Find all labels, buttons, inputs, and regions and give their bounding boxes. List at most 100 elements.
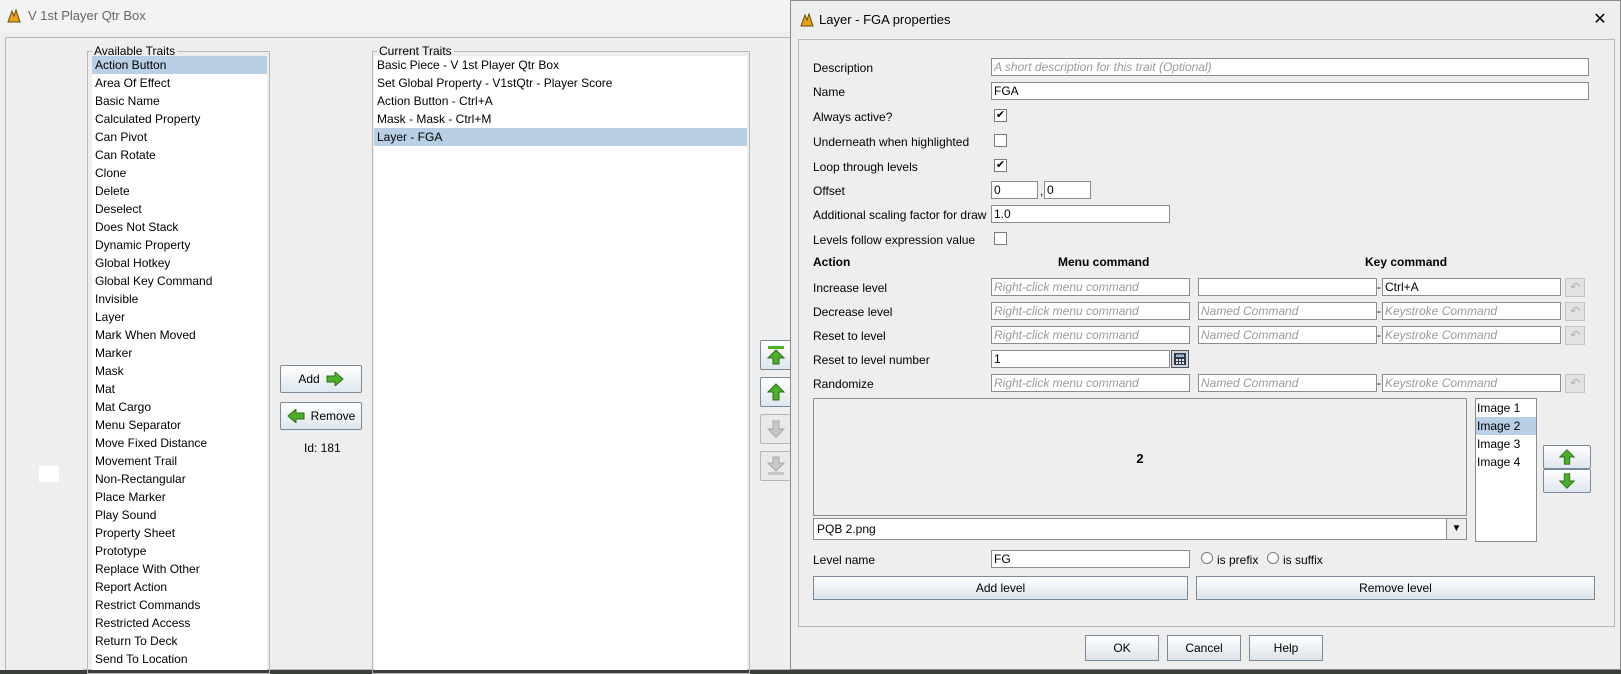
remove-trait-label: Remove bbox=[310, 409, 356, 423]
increase-menu-field[interactable]: Right-click menu command bbox=[991, 278, 1190, 296]
image-level-list[interactable]: Image 1 Image 2 Image 3 Image 4 bbox=[1475, 398, 1537, 542]
randomize-named-field[interactable]: Named Command bbox=[1198, 374, 1377, 392]
available-trait-item[interactable]: Non-Rectangular bbox=[92, 470, 267, 488]
available-trait-item[interactable]: Menu Separator bbox=[92, 416, 267, 434]
undo-icon[interactable]: ↶ bbox=[1565, 374, 1585, 393]
available-trait-item[interactable]: Calculated Property bbox=[92, 110, 267, 128]
check-icon: ✔ bbox=[995, 109, 1006, 121]
image-file-dropdown[interactable]: PQB 2.png ▼ bbox=[813, 518, 1467, 540]
current-trait-item[interactable]: Layer - FGA bbox=[374, 128, 747, 146]
available-trait-item[interactable]: Action Button bbox=[92, 56, 267, 74]
suffix-radio[interactable] bbox=[1267, 552, 1279, 564]
available-trait-item[interactable]: Send To Location bbox=[92, 650, 267, 668]
available-trait-item[interactable]: Can Rotate bbox=[92, 146, 267, 164]
offset-x-field[interactable]: 0 bbox=[991, 181, 1038, 199]
undo-icon[interactable]: ↶ bbox=[1565, 302, 1585, 321]
chevron-down-icon[interactable]: ▼ bbox=[1446, 519, 1466, 539]
available-trait-item[interactable]: Mat Cargo bbox=[92, 398, 267, 416]
available-trait-item[interactable]: Mat bbox=[92, 380, 267, 398]
level-up-button[interactable] bbox=[1543, 445, 1591, 469]
available-traits-list[interactable]: Action Button Area Of Effect Basic Name Cal… bbox=[92, 56, 267, 670]
offset-y-field[interactable]: 0 bbox=[1044, 181, 1091, 199]
add-level-button[interactable]: Add level bbox=[813, 576, 1188, 600]
reset-keystroke-field[interactable]: Keystroke Command bbox=[1382, 326, 1561, 344]
randomize-dash: - bbox=[1377, 376, 1381, 390]
randomize-keystroke-field[interactable]: Keystroke Command bbox=[1382, 374, 1561, 392]
loop-label: Loop through levels bbox=[813, 160, 918, 174]
move-bottom-button[interactable] bbox=[760, 451, 792, 481]
scaling-field[interactable]: 1.0 bbox=[991, 205, 1170, 223]
available-trait-item[interactable]: Mask bbox=[92, 362, 267, 380]
available-trait-item[interactable]: Move Fixed Distance bbox=[92, 434, 267, 452]
decrease-named-field[interactable]: Named Command bbox=[1198, 302, 1377, 320]
available-trait-item[interactable]: Delete bbox=[92, 182, 267, 200]
available-trait-item[interactable]: Marker bbox=[92, 344, 267, 362]
image-level-item[interactable]: Image 4 bbox=[1476, 453, 1536, 471]
available-trait-item[interactable]: Basic Name bbox=[92, 92, 267, 110]
image-level-item[interactable]: Image 2 bbox=[1476, 417, 1536, 435]
current-traits-list[interactable]: Basic Piece - V 1st Player Qtr Box Set Gl… bbox=[374, 56, 747, 670]
name-field[interactable]: FGA bbox=[991, 82, 1589, 100]
prefix-radio[interactable] bbox=[1201, 552, 1213, 564]
remove-level-button[interactable]: Remove level bbox=[1196, 576, 1595, 600]
undo-icon[interactable]: ↶ bbox=[1565, 278, 1585, 297]
current-trait-item[interactable]: Basic Piece - V 1st Player Qtr Box bbox=[374, 56, 747, 74]
calculator-icon[interactable] bbox=[1171, 350, 1189, 368]
close-icon[interactable]: ✕ bbox=[1591, 9, 1609, 29]
help-button[interactable]: Help bbox=[1249, 635, 1323, 661]
decrease-keystroke-field[interactable]: Keystroke Command bbox=[1382, 302, 1561, 320]
description-field[interactable]: A short description for this trait (Opti… bbox=[991, 58, 1589, 76]
current-trait-item[interactable]: Set Global Property - V1stQtr - Player S… bbox=[374, 74, 747, 92]
available-trait-item[interactable]: Replace With Other bbox=[92, 560, 267, 578]
move-up-button[interactable] bbox=[760, 377, 792, 407]
move-top-button[interactable] bbox=[760, 340, 792, 370]
image-level-item[interactable]: Image 3 bbox=[1476, 435, 1536, 453]
available-trait-item[interactable]: Dynamic Property bbox=[92, 236, 267, 254]
current-trait-item[interactable]: Action Button - Ctrl+A bbox=[374, 92, 747, 110]
move-down-button[interactable] bbox=[760, 414, 792, 444]
available-trait-item[interactable]: Play Sound bbox=[92, 506, 267, 524]
remove-trait-button[interactable]: Remove bbox=[280, 402, 362, 430]
current-trait-item[interactable]: Mask - Mask - Ctrl+M bbox=[374, 110, 747, 128]
available-trait-item[interactable]: Place Marker bbox=[92, 488, 267, 506]
available-trait-item[interactable]: Deselect bbox=[92, 200, 267, 218]
available-trait-item[interactable]: Does Not Stack bbox=[92, 218, 267, 236]
available-trait-item[interactable]: Restricted Access bbox=[92, 614, 267, 632]
available-trait-item[interactable]: Global Key Command bbox=[92, 272, 267, 290]
ok-button[interactable]: OK bbox=[1085, 635, 1159, 661]
always-active-label: Always active? bbox=[813, 110, 893, 124]
available-trait-item[interactable]: Global Hotkey bbox=[92, 254, 267, 272]
randomize-menu-field[interactable]: Right-click menu command bbox=[991, 374, 1190, 392]
available-trait-item[interactable]: Invisible bbox=[92, 290, 267, 308]
loop-checkbox[interactable]: ✔ bbox=[994, 159, 1007, 172]
available-trait-item[interactable]: Report Action bbox=[92, 578, 267, 596]
available-trait-item[interactable]: Restrict Commands bbox=[92, 596, 267, 614]
cancel-button[interactable]: Cancel bbox=[1167, 635, 1241, 661]
available-trait-item[interactable]: Can Pivot bbox=[92, 128, 267, 146]
available-trait-item[interactable]: Movement Trail bbox=[92, 452, 267, 470]
increase-named-field[interactable] bbox=[1198, 278, 1377, 296]
piece-preview-area bbox=[6, 38, 83, 670]
reset-level-label: Reset to level bbox=[813, 329, 886, 343]
app-icon bbox=[7, 8, 21, 23]
decrease-menu-field[interactable]: Right-click menu command bbox=[991, 302, 1190, 320]
undo-icon[interactable]: ↶ bbox=[1565, 326, 1585, 345]
reset-named-field[interactable]: Named Command bbox=[1198, 326, 1377, 344]
underneath-checkbox[interactable] bbox=[994, 134, 1007, 147]
available-trait-item[interactable]: Return To Deck bbox=[92, 632, 267, 650]
available-trait-item[interactable]: Layer bbox=[92, 308, 267, 326]
available-trait-item[interactable]: Mark When Moved bbox=[92, 326, 267, 344]
level-name-field[interactable]: FG bbox=[991, 550, 1190, 568]
available-trait-item[interactable]: Clone bbox=[92, 164, 267, 182]
reset-number-field[interactable]: 1 bbox=[991, 350, 1170, 368]
increase-keystroke-field[interactable]: Ctrl+A bbox=[1382, 278, 1561, 296]
reset-menu-field[interactable]: Right-click menu command bbox=[991, 326, 1190, 344]
available-trait-item[interactable]: Property Sheet bbox=[92, 524, 267, 542]
follow-expression-checkbox[interactable] bbox=[994, 232, 1007, 245]
available-trait-item[interactable]: Area Of Effect bbox=[92, 74, 267, 92]
add-trait-button[interactable]: Add bbox=[280, 365, 362, 393]
available-trait-item[interactable]: Prototype bbox=[92, 542, 267, 560]
level-down-button[interactable] bbox=[1543, 469, 1591, 493]
always-active-checkbox[interactable]: ✔ bbox=[994, 109, 1007, 122]
image-level-item[interactable]: Image 1 bbox=[1476, 399, 1536, 417]
